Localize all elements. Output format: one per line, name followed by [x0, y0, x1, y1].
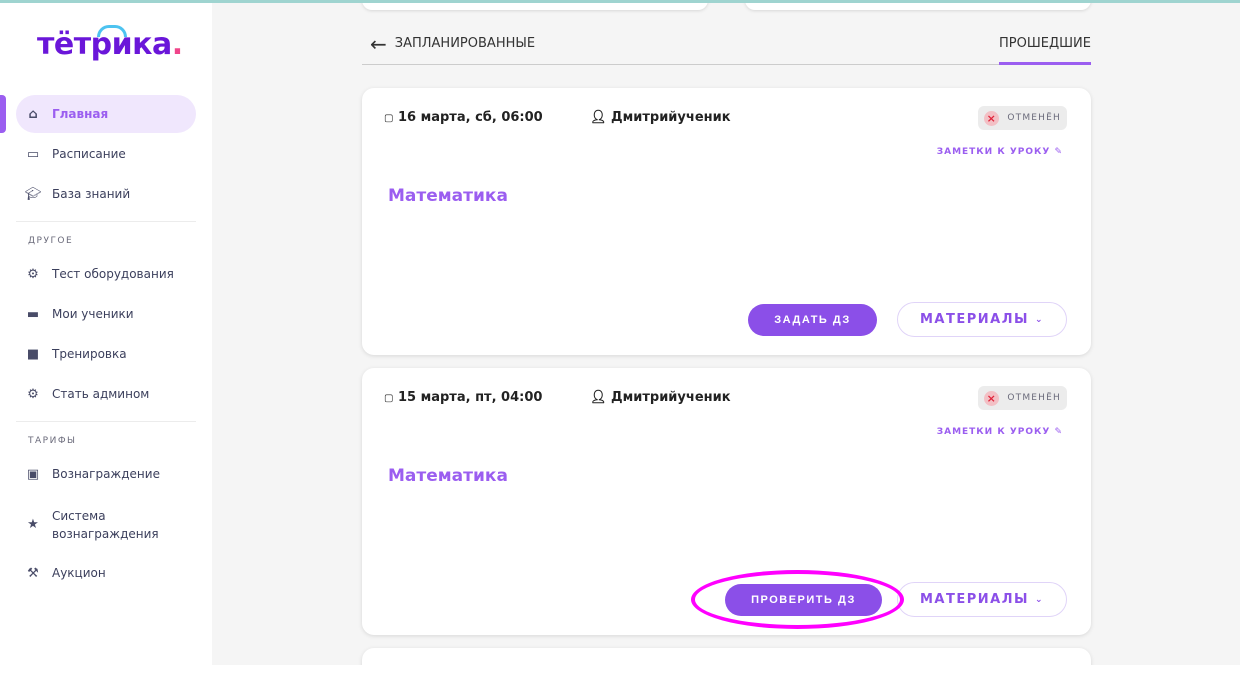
nav-label: Аукцион: [52, 566, 106, 580]
graduation-cap-icon: 🎓︎: [24, 186, 42, 202]
lesson-tabs: ← ЗАПЛАНИРОВАННЫЕ ПРОШЕДШИЕ: [362, 33, 1091, 65]
home-icon: ⌂: [28, 106, 38, 122]
nav-label: База знаний: [52, 187, 131, 201]
nav-label: Вознаграждение: [52, 467, 160, 481]
lesson-notes-link[interactable]: ЗАМЕТКИ К УРОКУ ✎: [937, 427, 1063, 437]
main-content: ← ЗАПЛАНИРОВАННЫЕ ПРОШЕДШИЕ ▢ 16 марта, с…: [212, 3, 1240, 665]
calendar-icon: ▢: [384, 113, 394, 124]
sidebar-item-reward[interactable]: ▣ Вознаграждение: [16, 455, 196, 493]
nav-label: Мои ученики: [52, 307, 134, 321]
person-icon: 👤︎: [590, 110, 607, 125]
previous-card: [362, 3, 708, 10]
lesson-date: ▢ 15 марта, пт, 04:00: [384, 390, 543, 405]
lesson-subject: Математика: [388, 466, 508, 486]
sidebar: тётрика. ⌂ Главная ▭ Расписание 🎓︎ База зна…: [0, 3, 212, 676]
nav-label: Тренировка: [52, 347, 127, 361]
lesson-card: ▢ 16 марта, сб, 06:00 👤︎ Дмитрийученик ×…: [362, 88, 1091, 355]
divider: [16, 221, 196, 222]
assign-homework-button[interactable]: ЗАДАТЬ ДЗ: [748, 304, 877, 336]
sidebar-item-knowledge-base[interactable]: 🎓︎ База знаний: [16, 175, 196, 213]
section-tariffs-title: ТАРИФЫ: [28, 436, 77, 446]
lesson-student[interactable]: 👤︎ Дмитрийученик: [590, 390, 731, 405]
gavel-icon: ⚒: [27, 565, 39, 581]
lesson-date: ▢ 16 марта, сб, 06:00: [384, 110, 543, 125]
section-other-title: ДРУГОЕ: [28, 236, 74, 246]
sidebar-item-auction[interactable]: ⚒ Аукцион: [16, 554, 196, 592]
previous-card: [745, 3, 1091, 10]
box-icon: ■: [26, 346, 40, 362]
sidebar-item-equipment-test[interactable]: ⚙ Тест оборудования: [16, 255, 196, 293]
gear-icon: ⚙: [27, 266, 39, 282]
cancel-icon: ×: [984, 110, 1000, 126]
gear-icon: ⚙: [27, 386, 39, 402]
tab-scheduled[interactable]: ← ЗАПЛАНИРОВАННЫЕ: [370, 31, 536, 56]
pencil-icon: ✎: [1054, 427, 1063, 437]
highlight-annotation: [691, 570, 904, 629]
sidebar-item-home[interactable]: ⌂ Главная: [16, 95, 196, 133]
sidebar-item-reward-system[interactable]: ★ Система вознаграждения: [16, 503, 196, 547]
lesson-student[interactable]: 👤︎ Дмитрийученик: [590, 110, 731, 125]
cancel-icon: ×: [984, 390, 1000, 406]
status-badge: × ОТМЕНЁН: [978, 106, 1067, 130]
folder-icon: ▬: [26, 306, 40, 322]
materials-button[interactable]: МАТЕРИАЛЫ ⌄: [897, 302, 1067, 337]
calendar-icon: ▭: [26, 146, 40, 162]
calendar-icon: ▢: [384, 393, 394, 404]
active-indicator: [0, 95, 6, 133]
nav-label: Главная: [52, 107, 109, 121]
sidebar-item-schedule[interactable]: ▭ Расписание: [16, 135, 196, 173]
sidebar-item-training[interactable]: ■ Тренировка: [16, 335, 196, 373]
logo[interactable]: тётрика.: [37, 25, 183, 62]
nav-label: Тест оборудования: [52, 267, 174, 281]
lesson-notes-link[interactable]: ЗАМЕТКИ К УРОКУ ✎: [937, 147, 1063, 157]
nav-label: Система вознаграждения: [52, 509, 159, 541]
materials-button[interactable]: МАТЕРИАЛЫ ⌄: [897, 582, 1067, 617]
lesson-card: [362, 648, 1091, 665]
nav-label: Стать админом: [52, 387, 150, 401]
lesson-subject: Математика: [388, 186, 508, 206]
person-icon: 👤︎: [590, 390, 607, 405]
chevron-down-icon: ⌄: [1034, 314, 1045, 325]
sidebar-item-my-students[interactable]: ▬ Мои ученики: [16, 295, 196, 333]
status-badge: × ОТМЕНЁН: [978, 386, 1067, 410]
star-icon: ★: [27, 517, 39, 532]
money-icon: ▣: [26, 466, 40, 482]
chevron-down-icon: ⌄: [1034, 594, 1045, 605]
arrow-left-icon: ←: [370, 31, 387, 56]
divider: [16, 421, 196, 422]
tab-label: ЗАПЛАНИРОВАННЫЕ: [394, 36, 536, 51]
tab-past[interactable]: ПРОШЕДШИЕ: [999, 36, 1091, 65]
nav-label: Расписание: [52, 147, 126, 161]
pencil-icon: ✎: [1054, 147, 1063, 157]
sidebar-item-become-admin[interactable]: ⚙ Стать админом: [16, 375, 196, 413]
